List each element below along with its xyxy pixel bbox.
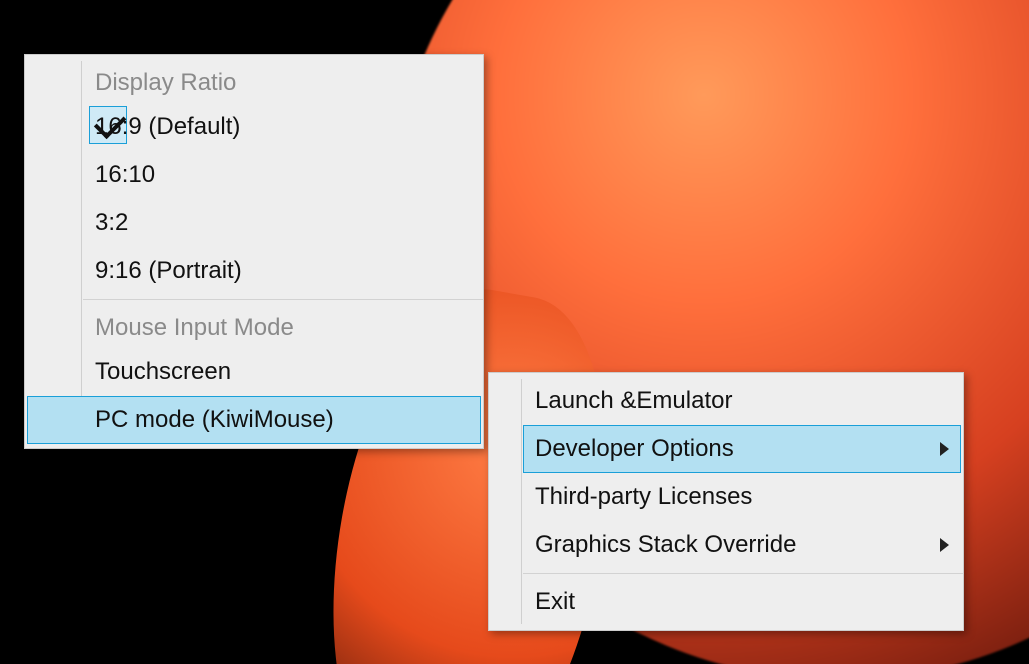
menu-item-mouse-touchscreen[interactable]: Touchscreen (83, 348, 481, 396)
section-header-display-ratio: Display Ratio (83, 59, 481, 103)
menu-item-third-party-licenses[interactable]: Third-party Licenses (523, 473, 961, 521)
submenu-developer-options[interactable]: Display Ratio 16:9 (Default) 16:10 3:2 9… (24, 54, 484, 449)
menu-item-developer-options[interactable]: Developer Options (523, 425, 961, 473)
menu-item-ratio-3-2[interactable]: 3:2 (83, 199, 481, 247)
menu-separator (523, 573, 963, 574)
section-header-mouse-input: Mouse Input Mode (83, 304, 481, 348)
menu-item-exit[interactable]: Exit (523, 578, 961, 626)
menu-item-mouse-pc-mode[interactable]: PC mode (KiwiMouse) (27, 396, 481, 444)
menu-item-label: Developer Options (535, 435, 734, 462)
submenu-arrow-icon (940, 442, 949, 456)
menu-item-ratio-16-10[interactable]: 16:10 (83, 151, 481, 199)
menu-item-launch-emulator[interactable]: Launch &Emulator (523, 377, 961, 425)
submenu-arrow-icon (940, 538, 949, 552)
menu-item-label: Graphics Stack Override (535, 531, 796, 558)
menu-item-graphics-stack-override[interactable]: Graphics Stack Override (523, 521, 961, 569)
menu-separator (83, 299, 483, 300)
menu-item-ratio-9-16[interactable]: 9:16 (Portrait) (83, 247, 481, 295)
context-menu-main[interactable]: Launch &Emulator Developer Options Third… (488, 372, 964, 631)
menu-item-ratio-16-9[interactable]: 16:9 (Default) (83, 103, 481, 151)
